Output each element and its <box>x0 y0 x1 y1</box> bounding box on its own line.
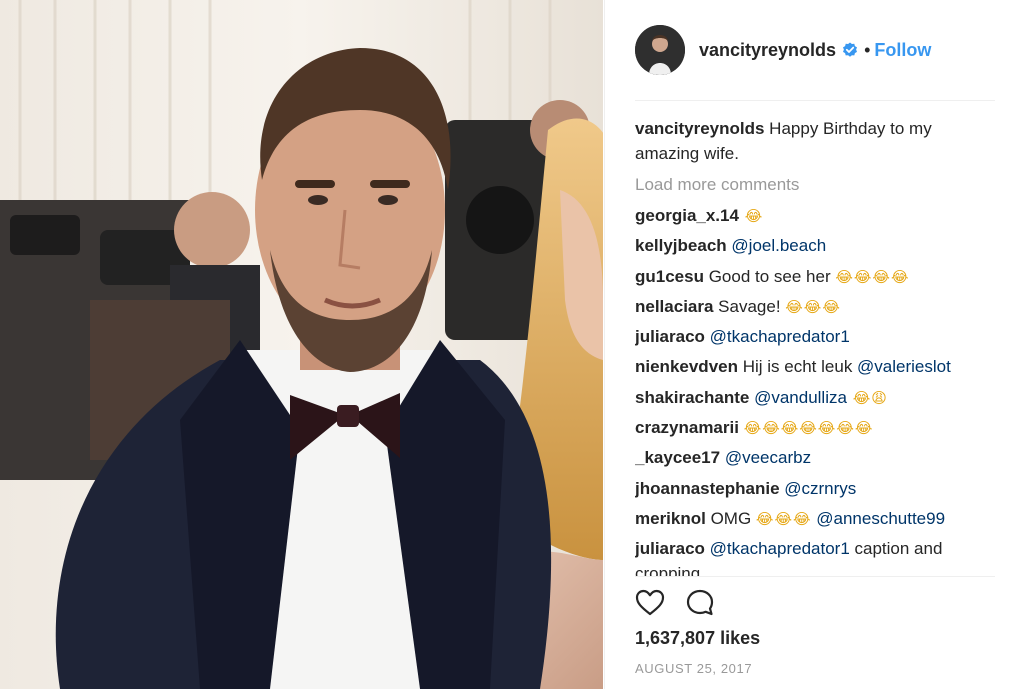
comment-row: jhoannastephanie @czrnrys <box>635 476 995 506</box>
comment-row: gu1cesu Good to see her 😂😂😂😂 <box>635 264 995 294</box>
comment-emoji: 😂😂😂😂😂😂😂 <box>743 419 874 438</box>
comment-row: kellyjbeach @joel.beach <box>635 233 995 263</box>
load-more-comments-button[interactable]: Load more comments <box>635 172 995 197</box>
caption-username[interactable]: vancityreynolds <box>635 119 764 138</box>
comment-mention-link[interactable]: @vandulliza <box>754 388 847 407</box>
verified-badge-icon <box>842 42 858 58</box>
comment-text: Good to see her <box>703 266 836 286</box>
comment-username[interactable]: gu1cesu <box>635 267 704 286</box>
comment-mention-link[interactable]: @czrnrys <box>784 479 856 498</box>
comment-row: georgia_x.14 😂 <box>635 203 995 233</box>
comment-username[interactable]: _kaycee17 <box>635 448 720 467</box>
comment-row: nellaciara Savage! 😂😂😂 <box>635 294 995 324</box>
post-image <box>0 0 603 689</box>
comment-text: OMG <box>705 508 756 528</box>
username-link[interactable]: vancityreynolds <box>699 40 836 61</box>
comment-row: shakirachante @vandulliza 😂😩 <box>635 385 995 415</box>
comment-row: juliaraco @tkachapredator1 caption and c… <box>635 536 995 576</box>
post-header: vancityreynolds • Follow <box>605 0 1024 100</box>
separator-dot: • <box>864 39 871 60</box>
comment-bubble-icon[interactable] <box>685 588 717 620</box>
likes-count[interactable]: 1,637,807 likes <box>635 628 760 649</box>
comment-row: meriknol OMG 😂😂😂 @anneschutte99 <box>635 506 995 536</box>
post-date: AUGUST 25, 2017 <box>635 661 753 676</box>
avatar[interactable] <box>635 25 685 75</box>
comment-mention-link[interactable]: @tkachapredator1 <box>710 539 850 558</box>
comment-username[interactable]: crazynamarii <box>635 418 739 437</box>
comment-emoji: 😂😩 <box>846 388 888 407</box>
header-divider <box>635 100 995 101</box>
post-sidebar: vancityreynolds • Follow vancityreynolds… <box>604 0 1024 689</box>
post-caption: vancityreynolds Happy Birthday to my ama… <box>635 116 995 166</box>
comment-username[interactable]: juliaraco <box>635 327 705 346</box>
comment-row: _kaycee17 @veecarbz <box>635 445 995 475</box>
follow-button[interactable]: Follow <box>874 40 931 61</box>
comment-text: Savage! <box>713 296 786 316</box>
post-photo[interactable] <box>0 0 603 689</box>
comment-text: Hij is echt leuk <box>738 357 858 377</box>
comment-username[interactable]: meriknol <box>635 509 706 528</box>
comment-mention-link[interactable]: @tkachapredator1 <box>710 327 850 346</box>
comment-row: nienkevdven Hij is echt leuk @valerieslo… <box>635 354 995 384</box>
comment-row: crazynamarii 😂😂😂😂😂😂😂 <box>635 415 995 445</box>
comment-username[interactable]: nienkevdven <box>635 357 738 376</box>
comment-username[interactable]: juliaraco <box>635 539 705 558</box>
comment-row: juliaraco @tkachapredator1 <box>635 324 995 354</box>
comment-username[interactable]: jhoannastephanie <box>635 479 780 498</box>
comment-emoji: 😂😂😂 <box>785 297 841 316</box>
comment-mention-link[interactable]: @veecarbz <box>725 448 811 467</box>
comment-emoji: 😂😂😂 <box>755 509 812 528</box>
comment-username[interactable]: shakirachante <box>635 388 749 407</box>
comment-username[interactable]: kellyjbeach <box>635 236 727 255</box>
comment-mention-link[interactable]: @joel.beach <box>731 236 826 255</box>
comment-username[interactable]: nellaciara <box>635 297 713 316</box>
actions-divider <box>635 576 995 577</box>
comment-mention-link[interactable]: @valerieslot <box>857 357 951 376</box>
comment-emoji: 😂😂😂😂 <box>835 267 910 286</box>
comment-mention-link[interactable]: @anneschutte99 <box>812 509 945 528</box>
action-bar <box>635 588 717 620</box>
comment-emoji: 😂 <box>738 207 764 225</box>
heart-icon[interactable] <box>635 588 667 620</box>
comment-username[interactable]: georgia_x.14 <box>635 206 739 225</box>
comments-list: vancityreynolds Happy Birthday to my ama… <box>635 116 995 576</box>
